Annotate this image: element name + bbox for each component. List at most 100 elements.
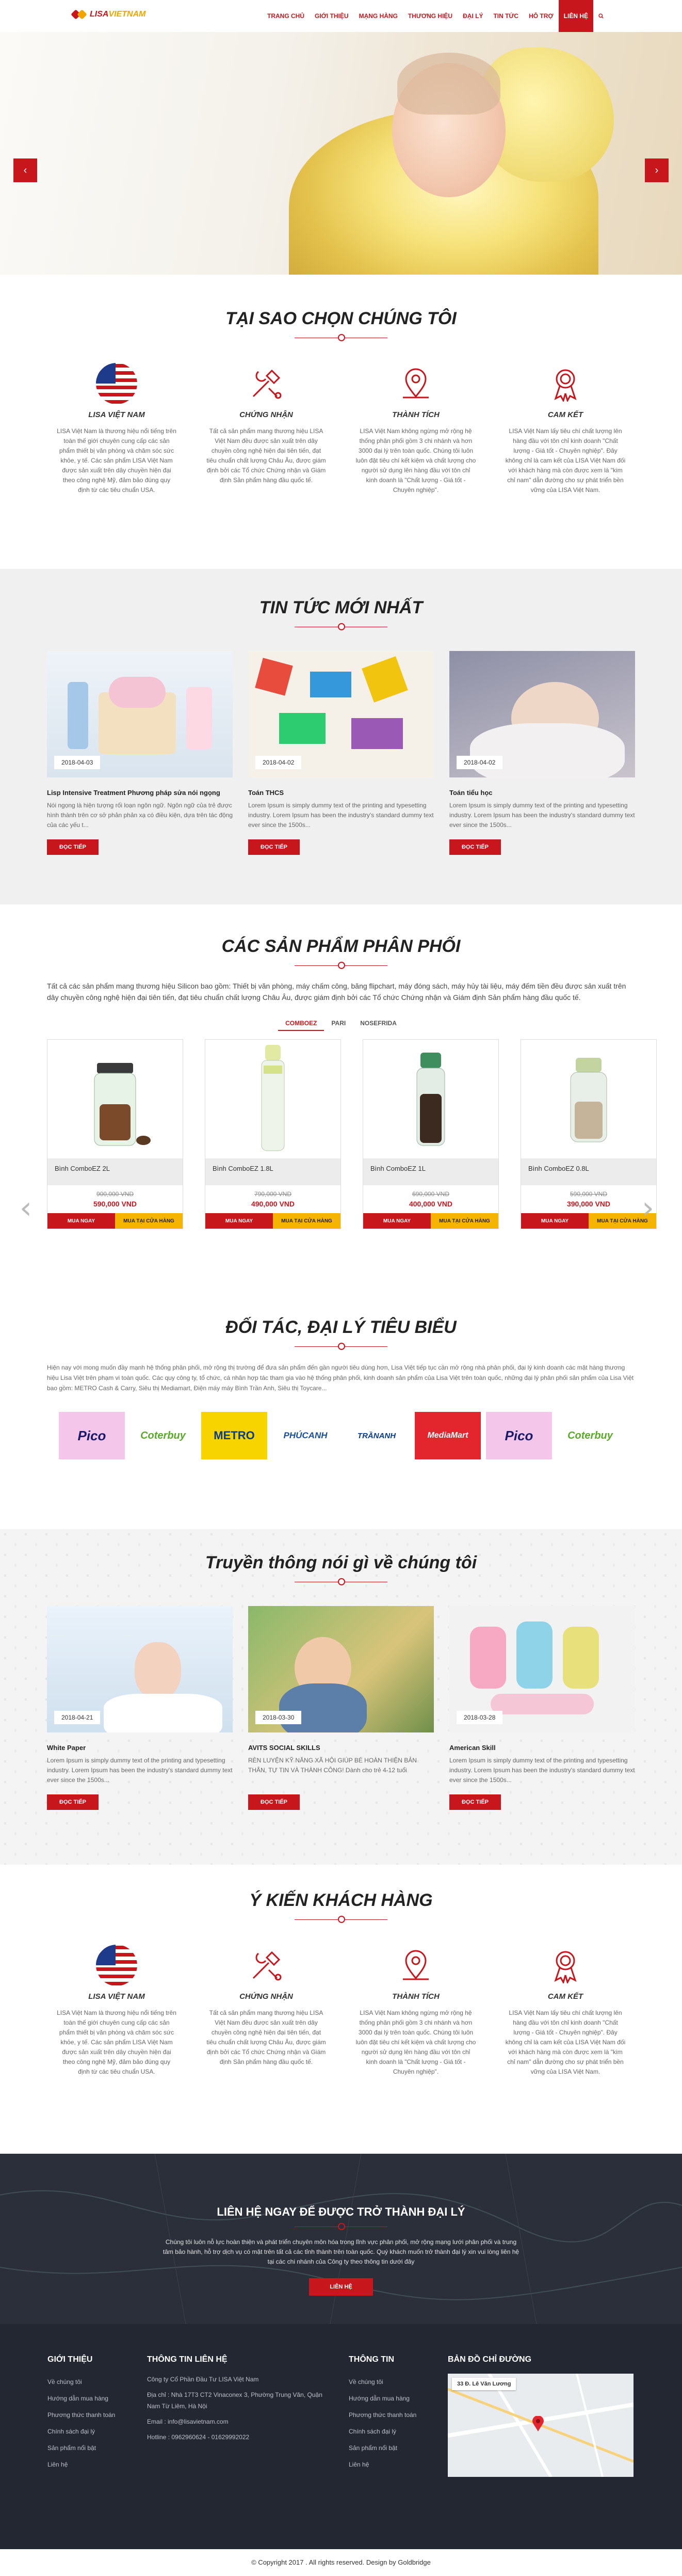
footer-link[interactable]: Hướng dẫn mua hàng xyxy=(47,2390,135,2407)
slider-next-button[interactable]: › xyxy=(645,158,669,182)
news-card-title[interactable]: Toán tiểu học xyxy=(449,789,635,797)
nav-item-contact[interactable]: LIÊN HỆ xyxy=(558,0,593,32)
product-image[interactable] xyxy=(363,1040,498,1158)
contact-button[interactable]: LIÊN HỆ xyxy=(309,2278,373,2296)
footer-col-title: Thông tin xyxy=(349,2355,394,2364)
footer-map[interactable]: 33 Đ. Lê Văn Lương xyxy=(448,2374,634,2477)
nav-item-support[interactable]: HỖ TRỢ xyxy=(524,0,559,32)
news-card[interactable]: 2018-04-02 Toán THCS Lorem Ipsum is simp… xyxy=(248,651,434,855)
footer-link[interactable]: Sản phẩm nổi bật xyxy=(47,2440,135,2456)
partner-logo-trananh[interactable]: TRẦNANH xyxy=(344,1412,410,1459)
product-image[interactable] xyxy=(205,1040,340,1158)
product-price: 400,000 VND xyxy=(409,1200,453,1208)
footer-hotline[interactable]: Hotline : 0962960624 - 01629992022 xyxy=(147,2431,322,2443)
footer-link[interactable]: Phương thức thanh toán xyxy=(349,2407,436,2423)
news-image[interactable]: 2018-04-03 xyxy=(47,651,233,777)
buy-now-button[interactable]: MUA NGAY xyxy=(363,1213,431,1229)
partner-logo-pico[interactable]: Pico xyxy=(59,1412,125,1459)
tab-pari[interactable]: PARI xyxy=(324,1016,353,1031)
footer-link[interactable]: Chính sách đại lý xyxy=(47,2423,135,2440)
footer-link[interactable]: Sản phẩm nổi bật xyxy=(349,2440,436,2456)
read-more-button[interactable]: ĐỌC TIẾP xyxy=(248,839,300,855)
footer-link[interactable]: Liên hệ xyxy=(349,2456,436,2473)
buy-now-button[interactable]: MUA NGAY xyxy=(521,1213,589,1229)
product-card[interactable]: Bình ComboEZ 1L 690,000 VND 400,000 VND … xyxy=(363,1039,499,1229)
tab-comboez[interactable]: COMBOEZ xyxy=(278,1016,324,1031)
logo-text-2: VIETNAM xyxy=(108,10,146,19)
search-icon[interactable] xyxy=(593,0,609,32)
media-card[interactable]: 2018-03-28 American Skill Lorem Ipsum is… xyxy=(449,1606,635,1810)
product-image[interactable] xyxy=(47,1040,183,1158)
nav-item-brands[interactable]: THƯƠNG HIỆU xyxy=(403,0,458,32)
media-card[interactable]: 2018-04-21 White Paper Lorem Ipsum is si… xyxy=(47,1606,233,1810)
product-name[interactable]: Bình ComboEZ 0.8L xyxy=(521,1158,656,1185)
partner-logo-phucanh[interactable]: PHÚCANH xyxy=(272,1412,338,1459)
news-card-title[interactable]: Toán THCS xyxy=(248,789,434,797)
news-card[interactable]: 2018-04-02 Toán tiểu học Lorem Ipsum is … xyxy=(449,651,635,855)
news-card[interactable]: 2018-04-03 Lisp Intensive Treatment Phươ… xyxy=(47,651,233,855)
media-image[interactable]: 2018-03-28 xyxy=(449,1606,635,1732)
footer-link[interactable]: Liên hệ xyxy=(47,2456,135,2473)
site-logo[interactable]: LISAVIETNAM xyxy=(71,7,146,22)
media-card-text: RÈN LUYỆN KỸ NĂNG XÃ HỘI GIÚP BÉ HOÀN TH… xyxy=(248,1757,417,1774)
media-card-title[interactable]: AVITS SOCIAL SKILLS xyxy=(248,1744,434,1752)
read-more-button[interactable]: ĐỌC TIẾP xyxy=(449,1794,501,1810)
feature-title: THÀNH TÍCH xyxy=(392,410,440,419)
partner-logo-pico[interactable]: Pico xyxy=(486,1412,552,1459)
footer-email[interactable]: Email : info@lisavietnam.com xyxy=(147,2416,322,2427)
carousel-prev-icon[interactable]: ‹ xyxy=(20,1190,32,1226)
buy-in-store-button[interactable]: MUA TẠI CỬA HÀNG xyxy=(431,1213,498,1229)
footer-company: Công ty Cổ Phần Đầu Tư LISA Việt Nam xyxy=(147,2376,259,2383)
nav-item-about[interactable]: GIỚI THIỆU xyxy=(310,0,354,32)
nav-item-network[interactable]: MẠNG HÀNG xyxy=(354,0,403,32)
media-image[interactable]: 2018-03-30 xyxy=(248,1606,434,1732)
product-name[interactable]: Bình ComboEZ 1L xyxy=(363,1158,498,1185)
slider-prev-button[interactable]: ‹ xyxy=(13,158,37,182)
title-divider xyxy=(295,1343,387,1350)
buy-now-button[interactable]: MUA NGAY xyxy=(47,1213,115,1229)
ribbon-badge-icon xyxy=(501,362,630,405)
partner-logo-coterbuy[interactable]: Coterbuy xyxy=(557,1412,623,1459)
media-list: 2018-04-21 White Paper Lorem Ipsum is si… xyxy=(47,1606,635,1810)
media-card-title[interactable]: White Paper xyxy=(47,1744,233,1752)
news-card-title[interactable]: Lisp Intensive Treatment Phương pháp sửa… xyxy=(47,789,233,797)
partner-logo-mediamart[interactable]: MediaMart xyxy=(415,1412,481,1459)
partner-logo-coterbuy[interactable]: Coterbuy xyxy=(130,1412,196,1459)
news-image[interactable]: 2018-04-02 xyxy=(248,651,434,777)
nav-item-agency[interactable]: ĐẠI LÝ xyxy=(458,0,488,32)
carousel-next-icon[interactable]: › xyxy=(642,1190,654,1226)
read-more-button[interactable]: ĐỌC TIẾP xyxy=(47,1794,99,1810)
product-card[interactable]: Bình ComboEZ 2L 900,000 VND 590,000 VND … xyxy=(47,1039,183,1229)
footer-link[interactable]: Hướng dẫn mua hàng xyxy=(349,2390,436,2407)
partner-logo-metro[interactable]: METRO xyxy=(201,1412,267,1459)
nav-item-home[interactable]: TRANG CHỦ xyxy=(262,0,310,32)
feature-title: LISA VIỆT NAM xyxy=(88,410,145,419)
buy-in-store-button[interactable]: MUA TẠI CỬA HÀNG xyxy=(115,1213,183,1229)
read-more-button[interactable]: ĐỌC TIẾP xyxy=(248,1794,300,1810)
product-card[interactable]: Bình ComboEZ 0.8L 590,000 VND 390,000 VN… xyxy=(521,1039,657,1229)
footer-link[interactable]: Về chúng tôi xyxy=(349,2374,436,2390)
products-title: CÁC SẢN PHẨM PHÂN PHỐI xyxy=(221,936,461,956)
product-image[interactable] xyxy=(521,1040,656,1158)
media-card[interactable]: 2018-03-30 AVITS SOCIAL SKILLS RÈN LUYỆN… xyxy=(248,1606,434,1810)
news-card-text: Lorem Ipsum is simply dummy text of the … xyxy=(248,802,434,829)
cta-text: Chúng tôi luôn nỗ lực hoàn thiện và phát… xyxy=(163,2238,519,2265)
product-name[interactable]: Bình ComboEZ 2L xyxy=(47,1158,183,1185)
usa-flag-icon xyxy=(52,1944,181,1987)
nav-item-news[interactable]: TIN TỨC xyxy=(488,0,524,32)
footer-link[interactable]: Chính sách đại lý xyxy=(349,2423,436,2440)
buy-now-button[interactable]: MUA NGAY xyxy=(205,1213,273,1229)
feature-title: CHỨNG NHẬN xyxy=(239,410,293,419)
product-card[interactable]: Bình ComboEZ 1.8L 790,000 VND 490,000 VN… xyxy=(205,1039,341,1229)
media-card-title[interactable]: American Skill xyxy=(449,1744,635,1752)
buy-in-store-button[interactable]: MUA TẠI CỬA HÀNG xyxy=(273,1213,340,1229)
footer-link[interactable]: Phương thức thanh toán xyxy=(47,2407,135,2423)
product-name[interactable]: Bình ComboEZ 1.8L xyxy=(205,1158,340,1185)
news-image[interactable]: 2018-04-02 xyxy=(449,651,635,777)
footer-link[interactable]: Về chúng tôi xyxy=(47,2374,135,2390)
review-title: LISA VIỆT NAM xyxy=(88,1992,145,2001)
tab-nosefrida[interactable]: NOSEFRIDA xyxy=(353,1016,404,1031)
read-more-button[interactable]: ĐỌC TIẾP xyxy=(47,839,99,855)
media-image[interactable]: 2018-04-21 xyxy=(47,1606,233,1732)
read-more-button[interactable]: ĐỌC TIẾP xyxy=(449,839,501,855)
